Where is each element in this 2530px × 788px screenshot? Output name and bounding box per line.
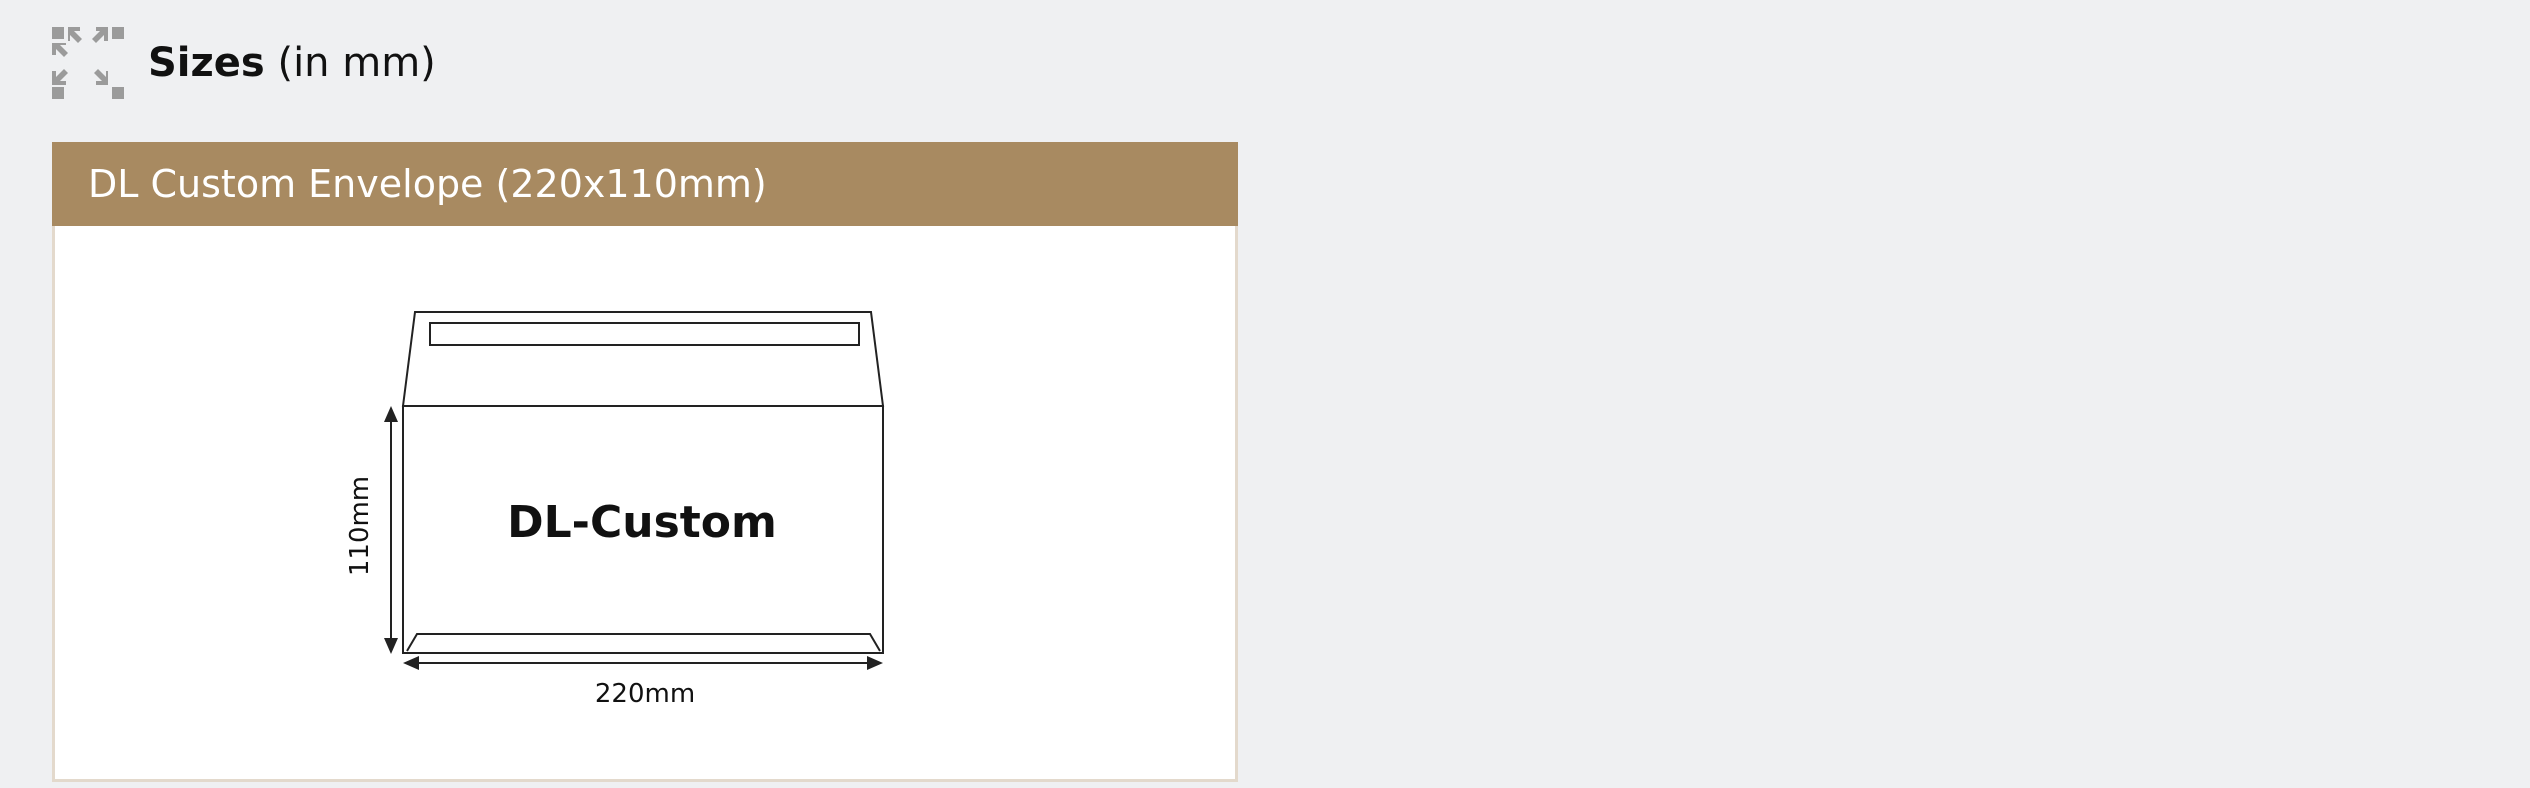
sizes-title-bold: Sizes — [148, 40, 265, 86]
envelope-label: DL-Custom — [507, 497, 777, 548]
width-arrow-left-head — [403, 656, 419, 670]
height-label: 110mm — [345, 476, 375, 576]
height-arrow-bottom-head — [384, 638, 398, 654]
envelope-size-card: DL Custom Envelope (220x110mm) DL-Custom… — [52, 142, 1238, 782]
width-arrow-right-head — [867, 656, 883, 670]
envelope-flap — [401, 311, 885, 407]
height-arrow-top-head — [384, 406, 398, 422]
sizes-title-unit: (in mm) — [264, 40, 436, 86]
sizes-header: Sizes (in mm) — [52, 26, 436, 100]
width-label: 220mm — [595, 679, 695, 709]
envelope-diagram: DL-Custom 220mm 110mm — [345, 311, 885, 709]
card-title: DL Custom Envelope (220x110mm) — [88, 162, 767, 206]
sizes-title: Sizes (in mm) — [148, 40, 436, 86]
card-header: DL Custom Envelope (220x110mm) — [52, 142, 1238, 226]
expand-arrows-icon — [52, 27, 124, 99]
